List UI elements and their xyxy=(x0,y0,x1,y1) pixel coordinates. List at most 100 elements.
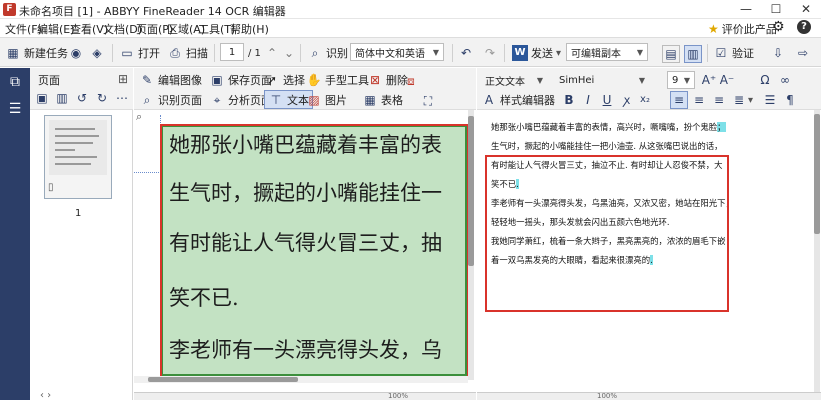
page-up-icon[interactable]: ⌃ xyxy=(264,45,280,61)
help-icon[interactable]: ? xyxy=(797,20,811,34)
trash-icon[interactable]: ▥ xyxy=(54,90,70,106)
window-title: 未命名项目 [1] - ABBYY FineReader 14 OCR 编辑器 xyxy=(19,5,286,18)
align-left-icon[interactable]: ≡ xyxy=(670,91,688,109)
text-toolbar: 正文文本 ▼ SimHei ▼ 9 ▼ A⁺ A⁻ Ω ∞ A 样式编辑器 B … xyxy=(477,68,821,110)
page-thumbnail[interactable]: ▯ xyxy=(44,115,112,199)
thumbnail-line xyxy=(55,142,93,144)
menu-edit[interactable]: 编辑(E) xyxy=(37,21,75,37)
pilcrow-icon[interactable]: ¶ xyxy=(782,92,798,108)
separator xyxy=(504,44,505,62)
justify-icon[interactable]: ≣ xyxy=(731,92,747,108)
text-zoom-value[interactable]: 100% xyxy=(597,392,617,400)
list-icon[interactable]: ☰ xyxy=(762,92,778,108)
highlight-box xyxy=(485,155,729,312)
chevron-down-icon: ▼ xyxy=(636,47,643,57)
open-button[interactable]: ▭ 打开 xyxy=(119,44,160,62)
more-icon[interactable]: ⋯ xyxy=(114,90,130,106)
page-down-icon[interactable]: ⌄ xyxy=(281,45,297,61)
picture-area-button[interactable]: ▨ 图片 xyxy=(306,91,347,109)
pages-nav-icon[interactable]: ⧉ xyxy=(6,73,24,91)
horizontal-scrollbar[interactable] xyxy=(134,376,468,383)
page-number-input[interactable]: 1 xyxy=(220,43,244,61)
vertical-scrollbar[interactable] xyxy=(468,110,474,380)
image-toolbar: ✎ 编辑图像 ▣ 保存页面 ➚ 选择 ✋ 手型工具 ⊠ 删除 ⧈ ⌕ 识别页面 … xyxy=(134,68,476,110)
highlight-box xyxy=(160,124,469,378)
save-page-button[interactable]: ▣ 保存页面 xyxy=(209,71,272,89)
recognized-text-line[interactable]: 生气时，撅起的小嘴能挂住一把小油壶. 从这张嘴巴说出的话， xyxy=(491,140,722,152)
hand-icon: ✋ xyxy=(306,73,322,87)
close-button[interactable]: ✕ xyxy=(791,0,821,19)
font-size-select[interactable]: 9 ▼ xyxy=(667,71,695,89)
scrollbar-thumb[interactable] xyxy=(814,114,820,234)
view-icon[interactable]: ◉ xyxy=(68,45,84,61)
style-editor-icon: A xyxy=(484,93,494,107)
vertical-scrollbar[interactable] xyxy=(814,110,820,392)
image-view[interactable]: ⌕ 她那张小嘴巴蕴藏着丰富的表 生气时，撅起的小嘴能挂住一 有时能让人气得火冒三… xyxy=(134,110,476,400)
font-select[interactable]: SimHei ▼ xyxy=(555,71,649,89)
paragraph-style-select[interactable]: 正文文本 ▼ xyxy=(481,71,547,89)
align-center-icon[interactable]: ≡ xyxy=(691,92,707,108)
subscript-icon[interactable]: x₂ xyxy=(637,92,653,108)
new-task-button[interactable]: ▦ 新建任务 xyxy=(5,44,68,62)
chevron-down-icon[interactable]: ▾ xyxy=(748,95,753,106)
area-tool-icon[interactable]: ⧈ xyxy=(403,73,419,89)
separator xyxy=(214,44,215,62)
redo-icon[interactable]: ↷ xyxy=(482,45,498,61)
delete-area-button[interactable]: ⊠ 删除 xyxy=(367,71,408,89)
minimize-button[interactable]: — xyxy=(731,0,761,19)
grid-view-icon[interactable]: ⊞ xyxy=(115,71,131,87)
rotate-right-icon[interactable]: ↻ xyxy=(94,90,110,106)
maximize-button[interactable]: ☐ xyxy=(761,0,791,19)
language-select[interactable]: 简体中文和英语 ▼ xyxy=(350,43,444,61)
table-area-button[interactable]: ▦ 表格 xyxy=(362,91,403,109)
recognize-icon: ⌕ xyxy=(311,46,319,60)
nav-arrows[interactable]: ‹ › xyxy=(40,390,51,401)
view-text-icon[interactable]: ▥ xyxy=(684,45,702,63)
recognized-text-line[interactable]: 她那张小嘴巴蕴藏着丰富的表情，高兴时，噘嘴嘴，扮个鬼脸； xyxy=(491,121,726,133)
list-nav-icon[interactable]: ☰ xyxy=(6,100,24,118)
increase-font-icon[interactable]: A⁺ xyxy=(701,72,717,88)
scrollbar-thumb[interactable] xyxy=(468,116,474,266)
view-image-icon[interactable]: ▤ xyxy=(662,45,680,63)
menu-help[interactable]: 帮助(H) xyxy=(230,21,269,37)
recognize-button[interactable]: ⌕ 识别 xyxy=(307,44,348,62)
chevron-down-icon: ▼ xyxy=(432,47,439,57)
save-icon[interactable]: ▣ xyxy=(34,90,50,106)
text-editor[interactable]: 她那张小嘴巴蕴藏着丰富的表情，高兴时，噘嘴嘴，扮个鬼脸； 生气时，撅起的小嘴能挂… xyxy=(477,110,813,392)
thumbnail-line xyxy=(55,128,95,130)
selection-guide xyxy=(134,172,161,173)
italic-button[interactable]: I xyxy=(580,92,596,108)
image-zoom-value[interactable]: 100% xyxy=(388,392,408,400)
recognize-page-button[interactable]: ⌕ 识别页面 xyxy=(139,91,202,109)
omega-icon[interactable]: Ω xyxy=(757,72,773,88)
rate-product[interactable]: ★ 评价此产品 xyxy=(708,21,777,37)
scan-button[interactable]: ⎙ 扫描 xyxy=(167,44,208,62)
crop-icon[interactable]: ⛶ xyxy=(420,93,436,109)
style-editor-button[interactable]: A 样式编辑器 xyxy=(481,91,555,109)
picture-icon: ▨ xyxy=(308,93,320,107)
send-button[interactable]: W 发送 ▾ xyxy=(512,44,561,62)
layers-icon[interactable]: ◈ xyxy=(89,45,105,61)
scrollbar-thumb[interactable] xyxy=(148,377,298,382)
analyze-icon: ⌖ xyxy=(213,93,221,107)
align-right-icon[interactable]: ≡ xyxy=(711,92,727,108)
thumbnail-line xyxy=(55,135,99,137)
chevron-down-icon: ▾ xyxy=(556,47,562,59)
hand-tool-button[interactable]: ✋ 手型工具 xyxy=(306,71,369,89)
underline-button[interactable]: U xyxy=(599,92,615,108)
send-target-select[interactable]: 可编辑副本 ▼ xyxy=(566,43,648,61)
next-error-icon[interactable]: ⇩ xyxy=(770,45,786,61)
link-icon[interactable]: ∞ xyxy=(777,72,793,88)
decrease-font-icon[interactable]: A⁻ xyxy=(719,72,735,88)
next-page-icon[interactable]: ⇨ xyxy=(795,45,811,61)
verify-button[interactable]: ☑ 验证 xyxy=(713,44,754,62)
undo-icon[interactable]: ↶ xyxy=(458,45,474,61)
word-icon: W xyxy=(512,45,528,61)
edit-image-button[interactable]: ✎ 编辑图像 xyxy=(139,71,202,89)
strikethrough-icon[interactable]: ꭗ xyxy=(619,92,635,108)
analyze-page-button[interactable]: ⌖ 分析页面 xyxy=(209,91,272,109)
rotate-left-icon[interactable]: ↺ xyxy=(74,90,90,106)
select-tool-button[interactable]: ➚ 选择 xyxy=(264,71,305,89)
gear-icon[interactable]: ⚙ xyxy=(772,19,785,35)
bold-button[interactable]: B xyxy=(561,92,577,108)
